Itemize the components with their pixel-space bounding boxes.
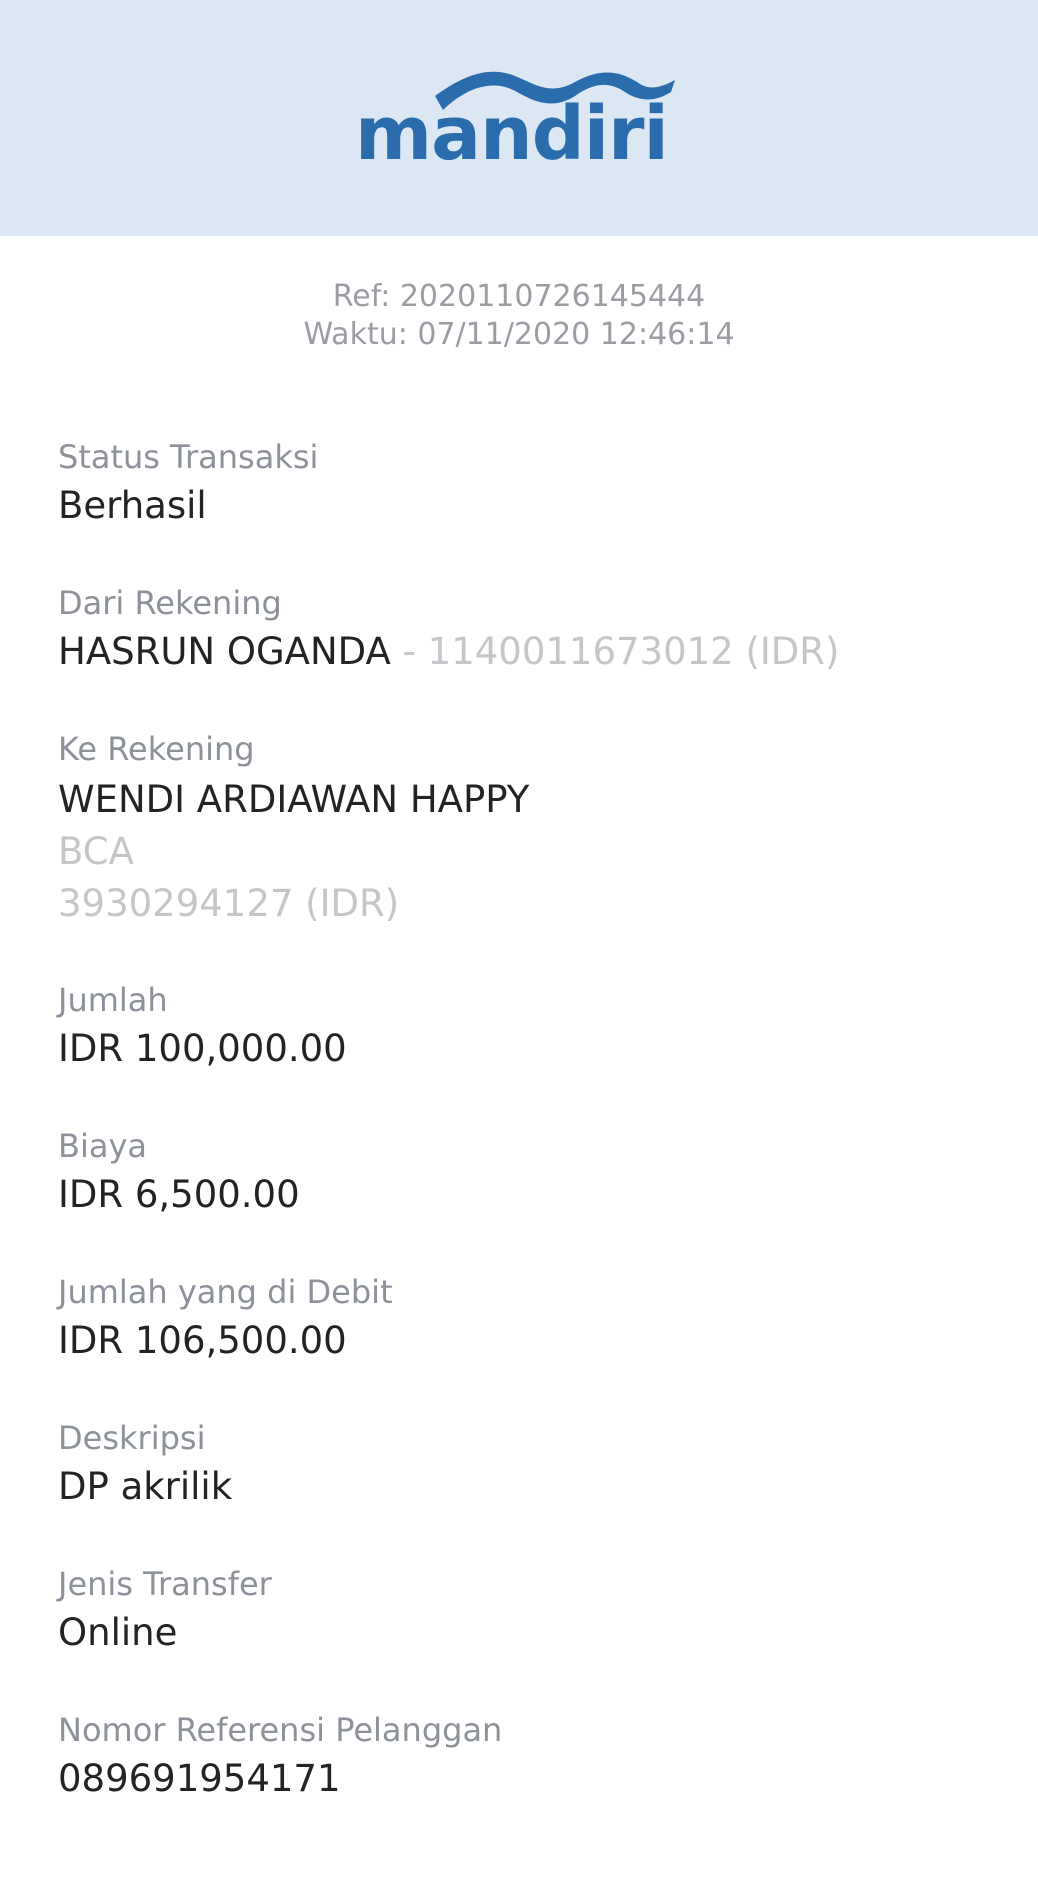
field-label: Ke Rekening [58,730,255,768]
field-label: Status Transaksi [58,438,319,476]
field-customer-reference: Nomor Referensi Pelanggan 089691954171 [58,1710,998,1803]
customer-reference-value: 089691954171 [58,1757,341,1800]
description-value: DP akrilik [58,1465,233,1508]
from-account-number: - 1140011673012 (IDR) [390,630,840,673]
header-banner: mandiri [0,0,1038,236]
field-amount: Jumlah IDR 100,000.00 [58,980,998,1073]
field-from-account: Dari Rekening HASRUN OGANDA - 1140011673… [58,583,998,676]
field-transfer-type: Jenis Transfer Online [58,1564,998,1657]
field-label: Jenis Transfer [58,1565,272,1603]
debited-value: IDR 106,500.00 [58,1319,347,1362]
from-account-value: HASRUN OGANDA - 1140011673012 (IDR) [58,628,998,676]
from-account-name: HASRUN OGANDA [58,630,391,673]
to-account-name: WENDI ARDIAWAN HAPPY [58,778,530,821]
fee-value: IDR 6,500.00 [58,1173,300,1216]
logo-wordmark: mandiri [355,91,669,177]
transaction-time: Waktu: 07/11/2020 12:46:14 [303,317,735,352]
field-label: Jumlah [58,981,168,1019]
field-status: Status Transaksi Berhasil [58,437,998,530]
field-label: Jumlah yang di Debit [58,1273,393,1311]
field-debited: Jumlah yang di Debit IDR 106,500.00 [58,1272,998,1365]
amount-value: IDR 100,000.00 [58,1027,347,1070]
to-account-number: 3930294127 (IDR) [58,882,400,925]
field-label: Dari Rekening [58,584,282,622]
reference-number: Ref: 2020110726145444 [332,279,706,314]
to-account-bank: BCA [58,830,134,873]
field-label: Deskripsi [58,1419,206,1457]
field-fee: Biaya IDR 6,500.00 [58,1126,998,1219]
field-label: Biaya [58,1127,147,1165]
field-label: Nomor Referensi Pelanggan [58,1711,503,1749]
field-to-account: Ke Rekening WENDI ARDIAWAN HAPPY BCA 393… [58,729,998,930]
field-description: Deskripsi DP akrilik [58,1418,998,1511]
transaction-meta: Ref: 2020110726145444 Waktu: 07/11/2020 … [0,278,1038,354]
status-value: Berhasil [58,484,207,527]
transfer-type-value: Online [58,1611,178,1654]
mandiri-logo: mandiri [355,64,685,176]
